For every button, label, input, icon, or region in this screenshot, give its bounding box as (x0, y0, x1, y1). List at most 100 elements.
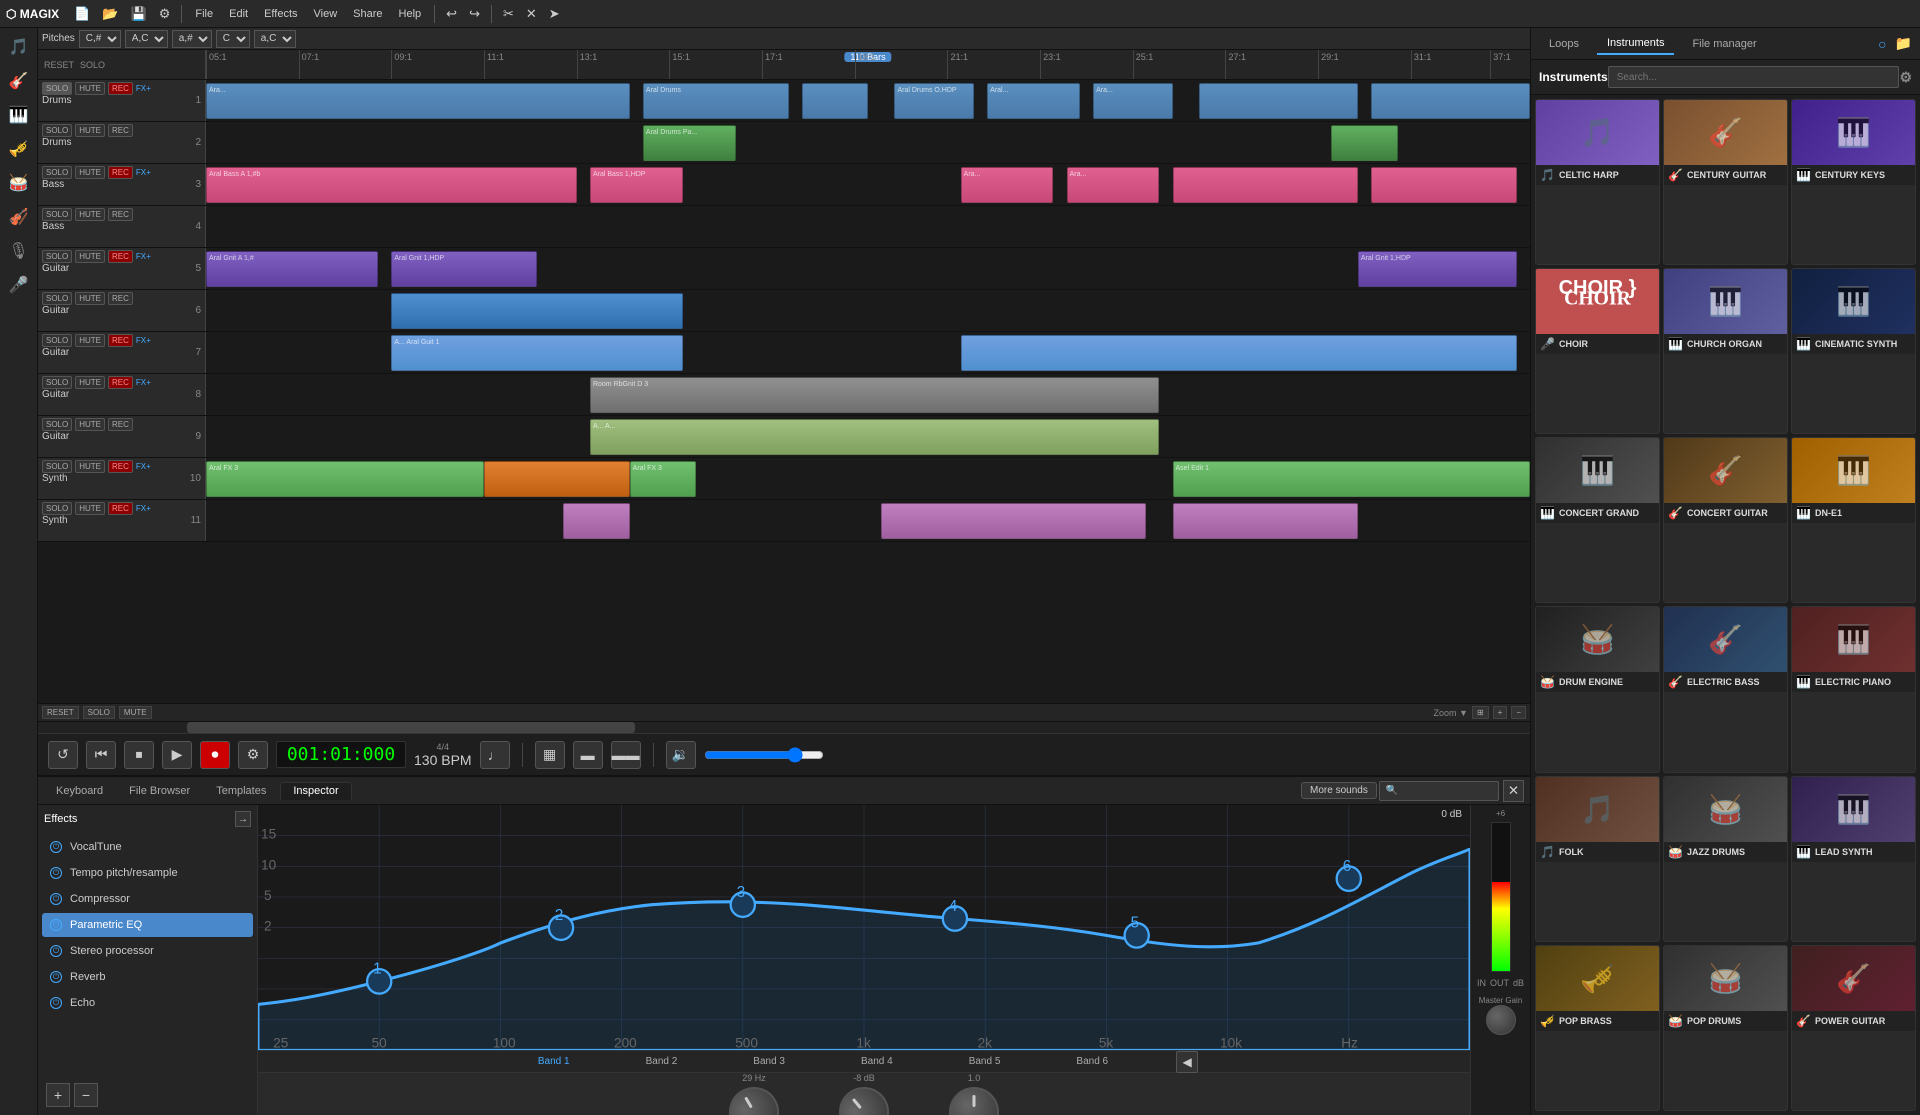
effect-echo[interactable]: ⏻ Echo (42, 991, 253, 1015)
instrument-choir[interactable]: CHOIR } 🎤 CHOIR (1535, 268, 1660, 434)
hute-btn-11[interactable]: HUTE (75, 502, 105, 515)
menu-share[interactable]: Share (346, 6, 389, 22)
toolbar-save[interactable]: 💾 (126, 4, 152, 24)
clip-10-1[interactable]: Aral FX 3 (206, 461, 484, 497)
reset-btn[interactable]: RESET (42, 706, 79, 719)
stop-btn[interactable]: ⏹ (124, 741, 154, 769)
rec-btn-11[interactable]: REC (108, 502, 133, 515)
instrument-concert-guitar[interactable]: 🎸 🎸 CONCERT GUITAR (1663, 437, 1788, 603)
toolbar-arrow[interactable]: ➤ (544, 4, 565, 24)
solo-btn-4[interactable]: SOLO (42, 208, 72, 221)
zoom-in-btn[interactable]: + (1493, 706, 1508, 719)
clip-1-4[interactable]: Aral Drums O.HDP (894, 83, 973, 119)
menu-view[interactable]: View (307, 6, 345, 22)
track-content-4[interactable] (206, 206, 1530, 247)
reverb-power[interactable]: ⏻ (50, 971, 62, 983)
pitch-select-3[interactable]: a,# (172, 30, 212, 48)
right-tab-active-icon[interactable]: ○ (1878, 36, 1886, 52)
clip-2-1[interactable]: Aral Drums Pa... (643, 125, 736, 161)
rec-btn-10[interactable]: REC (108, 460, 133, 473)
rec-btn-4[interactable]: REC (108, 208, 133, 221)
left-icon-2[interactable]: 🎸 (4, 66, 34, 96)
toolbar-undo[interactable]: ↩ (441, 4, 462, 24)
instrument-pop-drums[interactable]: 🥁 🥁 POP DRUMS (1663, 945, 1788, 1111)
hute-btn-3[interactable]: HUTE (75, 166, 105, 179)
menu-effects[interactable]: Effects (257, 6, 304, 22)
clip-1-7[interactable] (1199, 83, 1358, 119)
clip-11-2[interactable] (881, 503, 1146, 539)
instrument-lead-synth[interactable]: 🎹 🎹 LEAD SYNTH (1791, 776, 1916, 942)
clip-3-1[interactable]: Aral Bass A 1,#b (206, 167, 577, 203)
instrument-celtic-harp[interactable]: 🎵 🎵 CELTIC HARP (1535, 99, 1660, 265)
solo-btn-8[interactable]: SOLO (42, 376, 72, 389)
fit-btn[interactable]: ⊞ (1472, 706, 1489, 719)
frequency-knob[interactable] (720, 1078, 788, 1115)
tab-keyboard[interactable]: Keyboard (44, 783, 115, 799)
more-sounds-button[interactable]: More sounds (1301, 782, 1377, 799)
clip-1-3[interactable] (802, 83, 868, 119)
stereo-power[interactable]: ⏻ (50, 945, 62, 957)
menu-file[interactable]: File (188, 6, 220, 22)
band-1-label[interactable]: Band 1 (530, 1054, 578, 1069)
hscroll-thumb[interactable] (187, 722, 635, 733)
rec-btn-1[interactable]: REC (108, 82, 133, 95)
hute-btn-6[interactable]: HUTE (75, 292, 105, 305)
clip-9-1[interactable]: A... A... (590, 419, 1159, 455)
rec-btn-5[interactable]: REC (108, 250, 133, 263)
rec-btn-9[interactable]: REC (108, 418, 133, 431)
clip-1-2[interactable]: Aral Drums (643, 83, 789, 119)
menu-help[interactable]: Help (392, 6, 429, 22)
clip-1-6[interactable]: Ara... (1093, 83, 1172, 119)
track-content-8[interactable]: Room RbGnit D 3 (206, 374, 1530, 415)
track-content-7[interactable]: A... Aral Guit 1 (206, 332, 1530, 373)
settings-btn[interactable]: ⚙ (238, 741, 268, 769)
track-content-10[interactable]: Aral FX 3 Aral FX 3 Asel Edit 1 (206, 458, 1530, 499)
bottom-search-input[interactable] (1379, 781, 1499, 801)
solo-btn-5[interactable]: SOLO (42, 250, 72, 263)
clip-11-1[interactable] (563, 503, 629, 539)
effects-arrow-right[interactable]: → (235, 811, 251, 827)
compressor-power[interactable]: ⏻ (50, 893, 62, 905)
pitch-select-1[interactable]: C,# (79, 30, 121, 48)
solo-btn-1[interactable]: SOLO (42, 82, 72, 95)
quality-knob[interactable] (949, 1087, 999, 1115)
clip-5-1[interactable]: Aral Gnit A 1,# (206, 251, 378, 287)
instrument-electric-piano[interactable]: 🎹 🎹 ELECTRIC PIANO (1791, 606, 1916, 772)
left-icon-3[interactable]: 🎹 (4, 100, 34, 130)
left-icon-1[interactable]: 🎵 (4, 32, 34, 62)
effect-reverb[interactable]: ⏻ Reverb (42, 965, 253, 989)
clip-3-2[interactable]: Aral Bass 1,HDP (590, 167, 683, 203)
hute-btn-2[interactable]: HUTE (75, 124, 105, 137)
track-hscroll[interactable] (38, 721, 1530, 733)
echo-power[interactable]: ⏻ (50, 997, 62, 1009)
volume-slider[interactable] (704, 747, 824, 763)
solo-btn-7[interactable]: SOLO (42, 334, 72, 347)
solo-all-btn[interactable]: SOLO (83, 706, 115, 719)
right-tab-loops[interactable]: Loops (1539, 34, 1589, 54)
solo-btn-10[interactable]: SOLO (42, 460, 72, 473)
left-icon-7[interactable]: 🎙 (4, 236, 34, 266)
clip-7-2[interactable] (961, 335, 1517, 371)
solo-btn-11[interactable]: SOLO (42, 502, 72, 515)
band-4-label[interactable]: Band 4 (853, 1054, 901, 1069)
instrument-jazz-drums[interactable]: 🥁 🥁 JAZZ DRUMS (1663, 776, 1788, 942)
hute-btn-5[interactable]: HUTE (75, 250, 105, 263)
band-2-label[interactable]: Band 2 (638, 1054, 686, 1069)
clip-6-2[interactable] (391, 293, 682, 329)
rec-btn-8[interactable]: REC (108, 376, 133, 389)
left-icon-6[interactable]: 🎻 (4, 202, 34, 232)
bottom-search-close[interactable]: ✕ (1503, 780, 1524, 802)
toolbar-redo[interactable]: ↪ (464, 4, 485, 24)
instrument-church-organ[interactable]: 🎹 🎹 CHURCH ORGAN (1663, 268, 1788, 434)
clip-3-4[interactable]: Ara... (1067, 167, 1160, 203)
band-5-label[interactable]: Band 5 (961, 1054, 1009, 1069)
view-btn-1[interactable]: ▦ (535, 741, 565, 769)
hute-btn-9[interactable]: HUTE (75, 418, 105, 431)
instrument-cinematic-synth[interactable]: 🎹 🎹 CINEMATIC SYNTH (1791, 268, 1916, 434)
clip-10-2[interactable] (484, 461, 630, 497)
rec-btn-3[interactable]: REC (108, 166, 133, 179)
instrument-search-input[interactable] (1608, 66, 1900, 88)
instrument-drum-engine[interactable]: 🥁 🥁 DRUM ENGINE (1535, 606, 1660, 772)
clip-7-1[interactable]: A... Aral Guit 1 (391, 335, 682, 371)
track-content-2[interactable]: Aral Drums Pa... (206, 122, 1530, 163)
